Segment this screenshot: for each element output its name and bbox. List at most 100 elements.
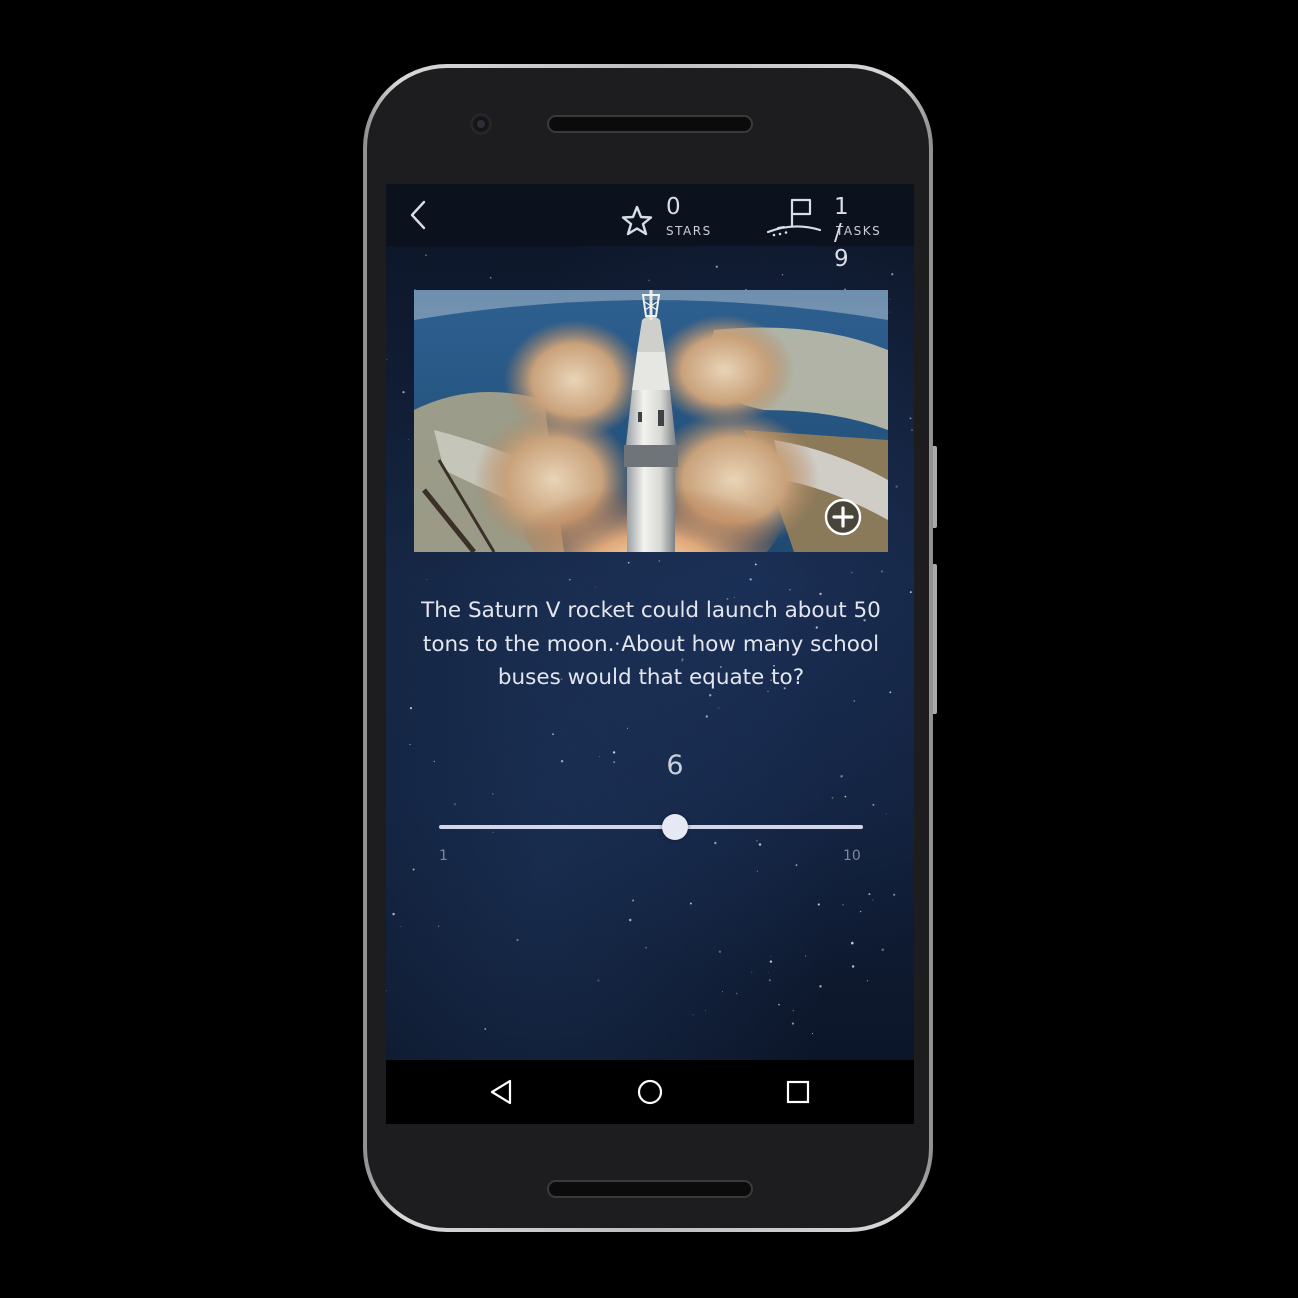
background-star [492, 793, 494, 795]
background-star [851, 941, 854, 945]
background-star [792, 1009, 795, 1012]
background-star [872, 899, 874, 901]
tasks-label: TASKS [836, 224, 882, 238]
background-star [597, 979, 600, 982]
background-star [627, 561, 630, 564]
background-star [909, 417, 912, 420]
nav-home-button[interactable] [634, 1076, 666, 1108]
background-star [853, 700, 856, 702]
background-star [754, 563, 757, 566]
question-text: The Saturn V rocket could launch about 5… [421, 598, 881, 690]
background-star [819, 985, 822, 988]
background-star [817, 903, 820, 906]
background-star [644, 946, 648, 949]
rocket-launch-image[interactable] [414, 290, 888, 552]
background-star [842, 904, 844, 906]
volume-button [933, 564, 937, 714]
background-star [628, 918, 632, 922]
background-star [426, 578, 428, 580]
background-star [386, 989, 387, 992]
slider-min-label: 1 [439, 848, 448, 864]
zoom-image-button[interactable] [824, 498, 862, 536]
background-star [692, 1014, 694, 1016]
circle-home-icon [637, 1079, 663, 1105]
phone-frame: 0 STARS 1 / 9 TASKS The Saturn V rocket … [363, 64, 937, 1232]
top-bar: 0 STARS 1 / 9 TASKS [386, 184, 914, 272]
background-star [392, 912, 395, 916]
background-star [409, 707, 413, 710]
background-star [831, 796, 834, 799]
background-star [721, 991, 723, 993]
background-star [811, 1032, 813, 1035]
nav-recents-button[interactable] [782, 1076, 814, 1108]
triangle-back-icon [490, 1079, 512, 1105]
background-star [889, 298, 891, 300]
background-star [911, 429, 913, 431]
background-star [851, 571, 853, 574]
background-star [805, 955, 807, 957]
background-star [658, 560, 661, 562]
background-star [749, 578, 752, 581]
background-star [612, 751, 616, 754]
background-star [770, 955, 772, 957]
background-star [735, 992, 738, 995]
background-star [386, 358, 388, 361]
background-star [789, 589, 791, 591]
background-star [453, 803, 457, 806]
bottom-speaker [547, 1180, 753, 1198]
background-star [778, 1003, 780, 1006]
background-star [909, 591, 912, 594]
background-star [648, 279, 650, 281]
plus-circle-icon [824, 498, 862, 536]
background-star [632, 899, 635, 902]
slider-value: 6 [666, 750, 684, 781]
background-star [516, 938, 519, 942]
background-star [568, 578, 571, 581]
nav-back-button[interactable] [486, 1076, 518, 1108]
system-nav-bar [386, 1060, 914, 1124]
background-star [767, 972, 769, 974]
power-button [933, 446, 937, 528]
slider-max-label: 10 [843, 848, 861, 864]
chevron-left-icon [410, 200, 426, 230]
slider-track[interactable] [439, 825, 863, 829]
stage: 0 STARS 1 / 9 TASKS The Saturn V rocket … [0, 0, 1298, 1298]
background-star [866, 979, 869, 982]
square-recents-icon [786, 1080, 810, 1104]
background-star [599, 756, 601, 758]
background-star [560, 760, 564, 763]
background-star [433, 760, 436, 763]
background-star [791, 1022, 794, 1025]
background-star [412, 868, 415, 871]
background-star [714, 841, 717, 845]
background-star [758, 843, 762, 846]
stars-label: STARS [666, 224, 712, 238]
background-star [881, 948, 884, 952]
app-content: 0 STARS 1 / 9 TASKS The Saturn V rocket … [386, 184, 914, 1060]
top-speaker [547, 115, 753, 133]
background-star [489, 276, 492, 279]
background-star [859, 910, 862, 913]
screen: 0 STARS 1 / 9 TASKS The Saturn V rocket … [386, 184, 914, 1124]
stars-count: 0 [666, 194, 682, 220]
back-button[interactable] [400, 196, 440, 234]
background-star [715, 265, 718, 268]
background-star [868, 893, 871, 896]
background-star [889, 311, 891, 313]
background-star [795, 864, 798, 866]
background-star [407, 438, 410, 441]
background-star [881, 570, 884, 573]
background-star [769, 960, 773, 963]
background-star [756, 870, 759, 872]
background-star [626, 727, 628, 729]
background-star [552, 733, 554, 736]
background-star [595, 586, 597, 588]
background-star [718, 950, 722, 954]
background-star [437, 925, 440, 927]
slider-thumb[interactable] [662, 814, 688, 840]
answer-slider[interactable] [439, 812, 863, 842]
background-star [484, 1028, 487, 1030]
background-star [781, 274, 784, 276]
background-star [844, 795, 847, 798]
background-star [891, 273, 894, 276]
